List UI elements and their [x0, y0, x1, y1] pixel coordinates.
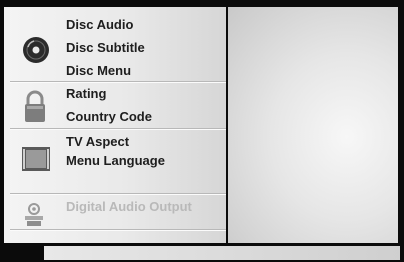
menu-item-country-code[interactable]: Country Code: [66, 109, 152, 125]
separator: [10, 193, 226, 195]
menu-item-disc-audio[interactable]: Disc Audio: [66, 17, 133, 33]
tv-icon: [22, 147, 50, 176]
disc-icon: [22, 36, 50, 69]
setup-screen: Disc Audio Disc Subtitle Disc Menu Ratin…: [0, 0, 404, 262]
lock-icon: [23, 90, 47, 129]
menu-item-tv-aspect[interactable]: TV Aspect: [66, 134, 129, 150]
menu-item-rating[interactable]: Rating: [66, 86, 106, 102]
separator: [10, 81, 226, 83]
menu-item-disc-menu[interactable]: Disc Menu: [66, 63, 131, 79]
setup-menu-panel: Disc Audio Disc Subtitle Disc Menu Ratin…: [4, 7, 226, 243]
status-bar: [44, 246, 400, 260]
menu-item-disc-subtitle[interactable]: Disc Subtitle: [66, 40, 145, 56]
menu-item-menu-language[interactable]: Menu Language: [66, 153, 165, 169]
menu-item-digital-audio-output: Digital Audio Output: [66, 199, 192, 214]
submenu-panel: [228, 7, 398, 243]
separator: [10, 229, 226, 231]
separator: [10, 128, 226, 130]
